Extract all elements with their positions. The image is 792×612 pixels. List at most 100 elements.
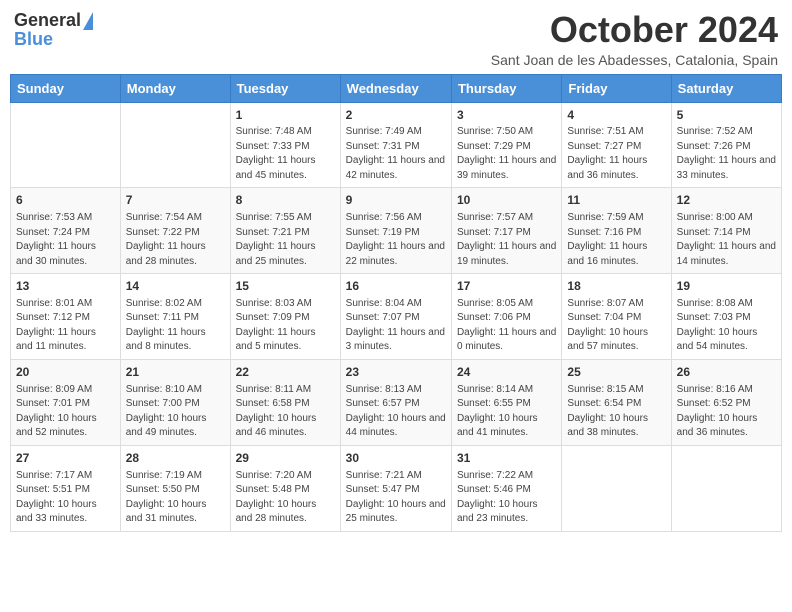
- day-info: Sunrise: 8:08 AMSunset: 7:03 PMDaylight:…: [677, 297, 776, 355]
- calendar-cell: 8 Sunrise: 7:55 AMSunset: 7:21 PMDaylight…: [230, 188, 340, 274]
- calendar-cell: 27 Sunrise: 7:17 AMSunset: 5:51 PMDayligh…: [11, 445, 121, 531]
- day-number: 19: [677, 278, 776, 295]
- day-info: Sunrise: 7:17 AMSunset: 5:51 PMDaylight:…: [16, 469, 115, 527]
- day-number: 10: [457, 192, 556, 209]
- day-number: 11: [567, 192, 665, 209]
- day-info: Sunrise: 7:50 AMSunset: 7:29 PMDaylight:…: [457, 125, 556, 183]
- calendar-cell: [671, 445, 781, 531]
- day-info: Sunrise: 7:56 AMSunset: 7:19 PMDaylight:…: [346, 211, 446, 269]
- calendar-cell: 30 Sunrise: 7:21 AMSunset: 5:47 PMDayligh…: [340, 445, 451, 531]
- day-number: 13: [16, 278, 115, 295]
- logo-triangle-icon: [83, 12, 93, 30]
- day-info: Sunrise: 7:48 AMSunset: 7:33 PMDaylight:…: [236, 125, 335, 183]
- calendar-cell: 3Sunrise: 7:50 AMSunset: 7:29 PMDaylight…: [451, 102, 561, 188]
- calendar-cell: 15 Sunrise: 8:03 AMSunset: 7:09 PMDayligh…: [230, 274, 340, 360]
- calendar-cell: 18 Sunrise: 8:07 AMSunset: 7:04 PMDayligh…: [562, 274, 671, 360]
- day-info: Sunrise: 7:55 AMSunset: 7:21 PMDaylight:…: [236, 211, 335, 269]
- day-number: 18: [567, 278, 665, 295]
- day-info: Sunrise: 8:00 AMSunset: 7:14 PMDaylight:…: [677, 211, 776, 269]
- day-number: 8: [236, 192, 335, 209]
- day-of-week-header: Monday: [120, 74, 230, 102]
- calendar-table: SundayMondayTuesdayWednesdayThursdayFrid…: [10, 74, 782, 532]
- day-info: Sunrise: 7:20 AMSunset: 5:48 PMDaylight:…: [236, 469, 335, 527]
- month-year-title: October 2024: [491, 10, 778, 50]
- location-subtitle: Sant Joan de les Abadesses, Catalonia, S…: [491, 52, 778, 68]
- day-info: Sunrise: 8:03 AMSunset: 7:09 PMDaylight:…: [236, 297, 335, 355]
- day-number: 30: [346, 450, 446, 467]
- day-number: 20: [16, 364, 115, 381]
- calendar-cell: 9Sunrise: 7:56 AMSunset: 7:19 PMDaylight…: [340, 188, 451, 274]
- day-number: 3: [457, 107, 556, 124]
- day-number: 29: [236, 450, 335, 467]
- day-of-week-header: Wednesday: [340, 74, 451, 102]
- day-info: Sunrise: 7:53 AMSunset: 7:24 PMDaylight:…: [16, 211, 115, 269]
- calendar-header-row: SundayMondayTuesdayWednesdayThursdayFrid…: [11, 74, 782, 102]
- calendar-week-row: 20 Sunrise: 8:09 AMSunset: 7:01 PMDayligh…: [11, 359, 782, 445]
- day-info: Sunrise: 7:22 AMSunset: 5:46 PMDaylight:…: [457, 469, 556, 527]
- day-of-week-header: Sunday: [11, 74, 121, 102]
- day-info: Sunrise: 7:51 AMSunset: 7:27 PMDaylight:…: [567, 125, 665, 183]
- day-number: 4: [567, 107, 665, 124]
- calendar-cell: 5Sunrise: 7:52 AMSunset: 7:26 PMDaylight…: [671, 102, 781, 188]
- calendar-cell: 4Sunrise: 7:51 AMSunset: 7:27 PMDaylight…: [562, 102, 671, 188]
- day-info: Sunrise: 8:09 AMSunset: 7:01 PMDaylight:…: [16, 383, 115, 441]
- calendar-cell: 16 Sunrise: 8:04 AMSunset: 7:07 PMDayligh…: [340, 274, 451, 360]
- day-number: 14: [126, 278, 225, 295]
- calendar-week-row: 6Sunrise: 7:53 AMSunset: 7:24 PMDaylight…: [11, 188, 782, 274]
- day-info: Sunrise: 7:21 AMSunset: 5:47 PMDaylight:…: [346, 469, 446, 527]
- calendar-cell: [120, 102, 230, 188]
- day-number: 7: [126, 192, 225, 209]
- calendar-cell: 22 Sunrise: 8:11 AMSunset: 6:58 PMDayligh…: [230, 359, 340, 445]
- logo-blue-text: Blue: [14, 29, 53, 50]
- day-info: Sunrise: 8:02 AMSunset: 7:11 PMDaylight:…: [126, 297, 225, 355]
- day-number: 15: [236, 278, 335, 295]
- calendar-cell: 24 Sunrise: 8:14 AMSunset: 6:55 PMDayligh…: [451, 359, 561, 445]
- calendar-cell: [562, 445, 671, 531]
- day-info: Sunrise: 7:59 AMSunset: 7:16 PMDaylight:…: [567, 211, 665, 269]
- day-info: Sunrise: 8:07 AMSunset: 7:04 PMDaylight:…: [567, 297, 665, 355]
- calendar-week-row: 13Sunrise: 8:01 AMSunset: 7:12 PMDayligh…: [11, 274, 782, 360]
- calendar-cell: 28 Sunrise: 7:19 AMSunset: 5:50 PMDayligh…: [120, 445, 230, 531]
- day-number: 12: [677, 192, 776, 209]
- day-of-week-header: Saturday: [671, 74, 781, 102]
- day-number: 25: [567, 364, 665, 381]
- calendar-cell: [11, 102, 121, 188]
- calendar-cell: 20 Sunrise: 8:09 AMSunset: 7:01 PMDayligh…: [11, 359, 121, 445]
- day-info: Sunrise: 8:13 AMSunset: 6:57 PMDaylight:…: [346, 383, 446, 441]
- day-number: 28: [126, 450, 225, 467]
- calendar-cell: 1Sunrise: 7:48 AMSunset: 7:33 PMDaylight…: [230, 102, 340, 188]
- calendar-cell: 31 Sunrise: 7:22 AMSunset: 5:46 PMDayligh…: [451, 445, 561, 531]
- day-info: Sunrise: 8:04 AMSunset: 7:07 PMDaylight:…: [346, 297, 446, 355]
- day-number: 1: [236, 107, 335, 124]
- day-number: 22: [236, 364, 335, 381]
- calendar-cell: 11 Sunrise: 7:59 AMSunset: 7:16 PMDayligh…: [562, 188, 671, 274]
- page-header: General Blue October 2024 Sant Joan de l…: [10, 10, 782, 68]
- day-of-week-header: Tuesday: [230, 74, 340, 102]
- calendar-cell: 10 Sunrise: 7:57 AMSunset: 7:17 PMDayligh…: [451, 188, 561, 274]
- day-info: Sunrise: 8:11 AMSunset: 6:58 PMDaylight:…: [236, 383, 335, 441]
- day-info: Sunrise: 7:19 AMSunset: 5:50 PMDaylight:…: [126, 469, 225, 527]
- day-number: 31: [457, 450, 556, 467]
- day-number: 24: [457, 364, 556, 381]
- day-info: Sunrise: 8:14 AMSunset: 6:55 PMDaylight:…: [457, 383, 556, 441]
- calendar-cell: 17Sunrise: 8:05 AMSunset: 7:06 PMDayligh…: [451, 274, 561, 360]
- calendar-cell: 26 Sunrise: 8:16 AMSunset: 6:52 PMDayligh…: [671, 359, 781, 445]
- logo: General Blue: [14, 10, 93, 50]
- day-info: Sunrise: 8:16 AMSunset: 6:52 PMDaylight:…: [677, 383, 776, 441]
- day-number: 27: [16, 450, 115, 467]
- day-number: 2: [346, 107, 446, 124]
- day-number: 21: [126, 364, 225, 381]
- calendar-cell: 2Sunrise: 7:49 AMSunset: 7:31 PMDaylight…: [340, 102, 451, 188]
- calendar-cell: 29 Sunrise: 7:20 AMSunset: 5:48 PMDayligh…: [230, 445, 340, 531]
- day-info: Sunrise: 8:05 AMSunset: 7:06 PMDaylight:…: [457, 297, 556, 355]
- day-info: Sunrise: 7:57 AMSunset: 7:17 PMDaylight:…: [457, 211, 556, 269]
- calendar-cell: 14 Sunrise: 8:02 AMSunset: 7:11 PMDayligh…: [120, 274, 230, 360]
- day-number: 5: [677, 107, 776, 124]
- day-number: 23: [346, 364, 446, 381]
- calendar-cell: 12 Sunrise: 8:00 AMSunset: 7:14 PMDayligh…: [671, 188, 781, 274]
- day-number: 26: [677, 364, 776, 381]
- day-number: 16: [346, 278, 446, 295]
- calendar-week-row: 27 Sunrise: 7:17 AMSunset: 5:51 PMDayligh…: [11, 445, 782, 531]
- day-info: Sunrise: 7:49 AMSunset: 7:31 PMDaylight:…: [346, 125, 446, 183]
- calendar-cell: 6Sunrise: 7:53 AMSunset: 7:24 PMDaylight…: [11, 188, 121, 274]
